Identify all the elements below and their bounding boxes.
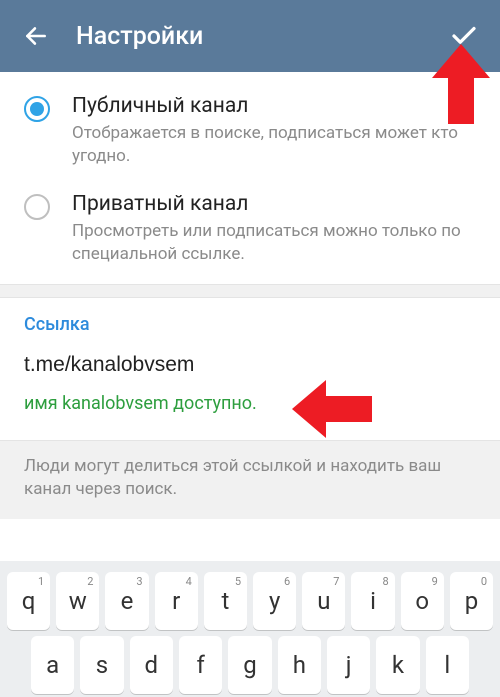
- radio-icon: [24, 194, 50, 220]
- radio-label: Публичный канал: [72, 94, 476, 118]
- key-p[interactable]: p0: [450, 572, 493, 630]
- back-button[interactable]: [16, 16, 56, 56]
- radio-private-channel[interactable]: Приватный канал Просмотреть или подписат…: [0, 182, 500, 280]
- key-j[interactable]: j: [327, 636, 370, 694]
- confirm-button[interactable]: [444, 16, 484, 56]
- key-e[interactable]: e3: [105, 572, 148, 630]
- check-icon: [449, 21, 479, 51]
- key-g[interactable]: g: [228, 636, 271, 694]
- key-i[interactable]: i8: [351, 572, 394, 630]
- key-o[interactable]: o9: [401, 572, 444, 630]
- key-u[interactable]: u7: [302, 572, 345, 630]
- radio-description: Просмотреть или подписаться можно только…: [72, 220, 476, 266]
- key-f[interactable]: f: [179, 636, 222, 694]
- hint-block: Люди могут делиться этой ссылкой и наход…: [0, 440, 500, 519]
- key-r[interactable]: r4: [155, 572, 198, 630]
- key-s[interactable]: s: [80, 636, 123, 694]
- key-h[interactable]: h: [278, 636, 321, 694]
- link-availability-status: имя kanalobvsem доступно.: [24, 393, 476, 414]
- key-d[interactable]: d: [130, 636, 173, 694]
- channel-link-input[interactable]: [24, 353, 476, 383]
- link-section-label: Ссылка: [24, 314, 476, 335]
- link-hint-text: Люди могут делиться этой ссылкой и наход…: [24, 455, 476, 501]
- section-divider: [0, 284, 500, 298]
- key-k[interactable]: k: [376, 636, 419, 694]
- radio-public-channel[interactable]: Публичный канал Отображается в поиске, п…: [0, 84, 500, 182]
- key-y[interactable]: y6: [253, 572, 296, 630]
- header: Настройки: [0, 0, 500, 72]
- key-a[interactable]: a: [31, 636, 74, 694]
- key-l[interactable]: l: [426, 636, 469, 694]
- radio-description: Отображается в поиске, подписаться может…: [72, 122, 476, 168]
- keyboard-row-1: q1w2e3r4t5y6u7i8o9p0: [0, 569, 500, 633]
- link-section: Ссылка имя kanalobvsem доступно.: [0, 298, 500, 424]
- back-arrow-icon: [23, 23, 49, 49]
- page-title: Настройки: [76, 22, 444, 51]
- key-t[interactable]: t5: [204, 572, 247, 630]
- key-w[interactable]: w2: [56, 572, 99, 630]
- key-q[interactable]: q1: [7, 572, 50, 630]
- keyboard-row-2: asdfghjkl: [0, 633, 500, 697]
- content-area: Публичный канал Отображается в поиске, п…: [0, 72, 500, 519]
- keyboard: q1w2e3r4t5y6u7i8o9p0 asdfghjkl: [0, 561, 500, 697]
- radio-icon: [24, 96, 50, 122]
- radio-label: Приватный канал: [72, 192, 476, 216]
